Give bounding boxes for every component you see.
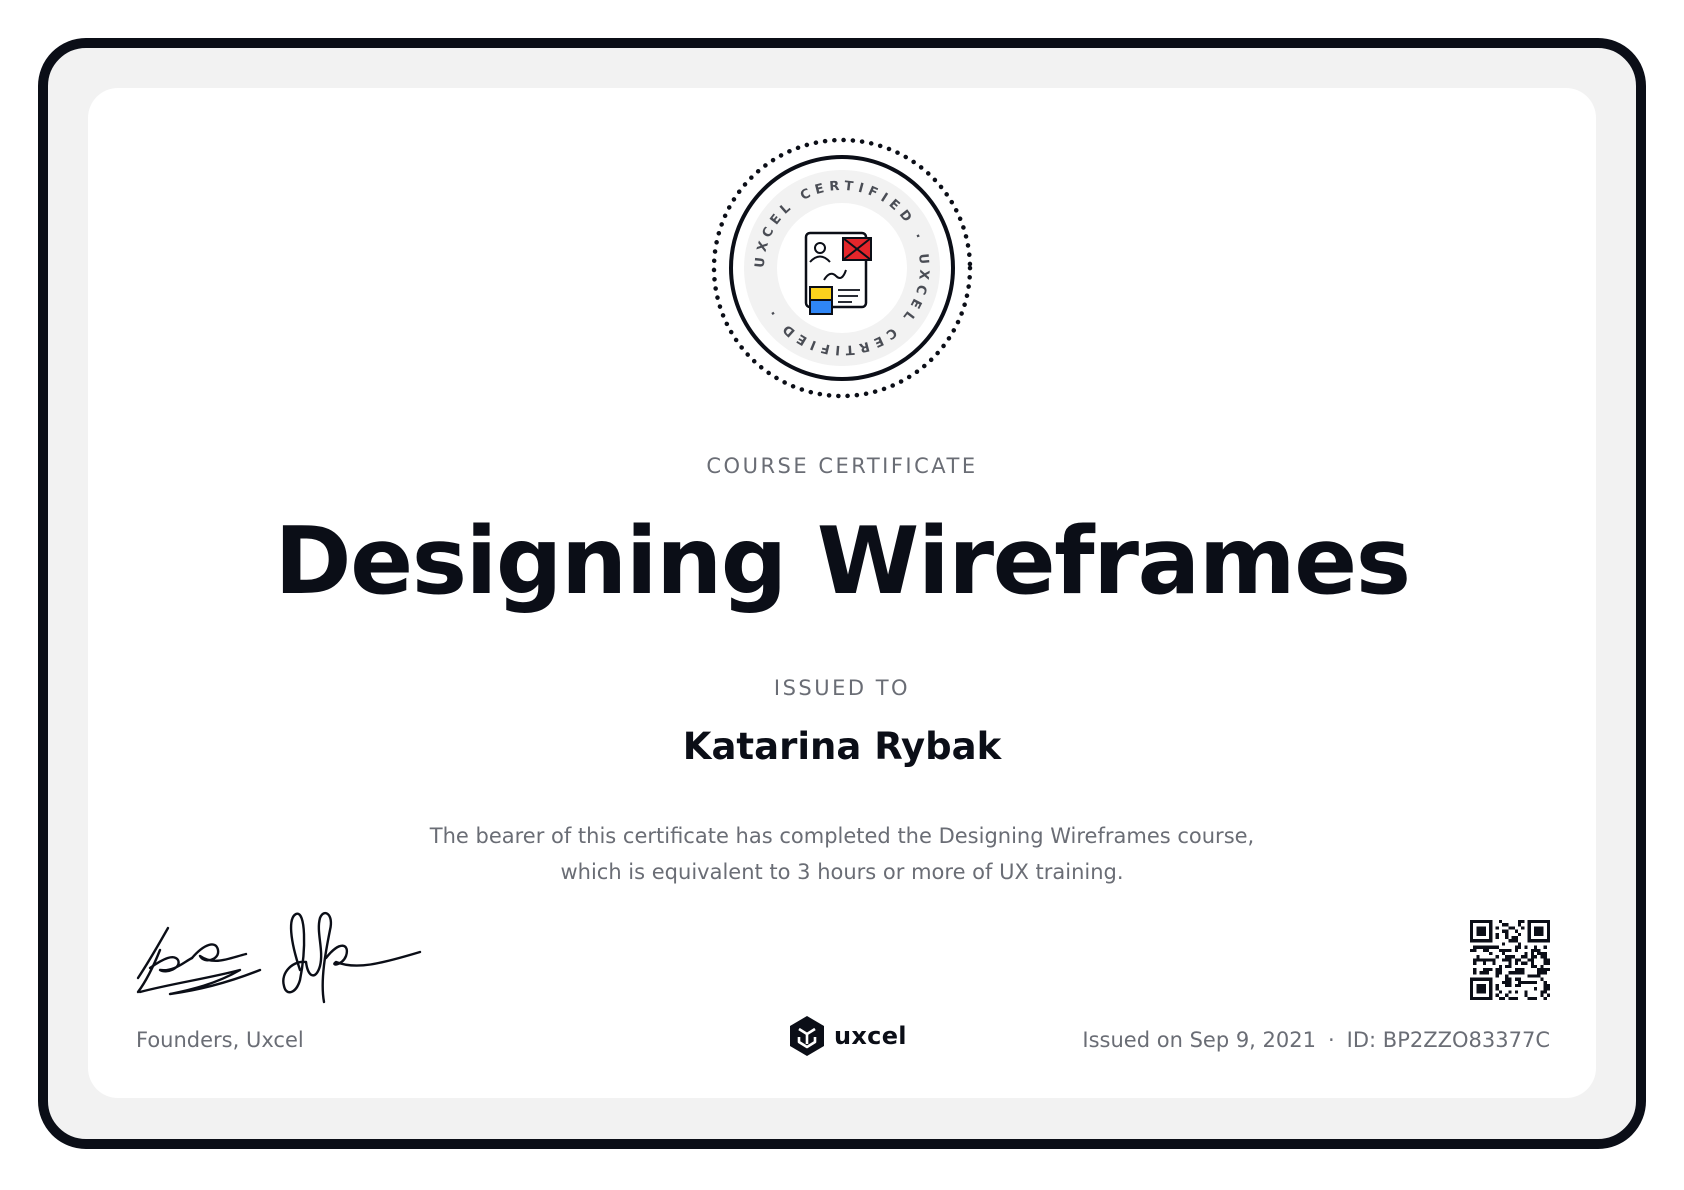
separator-dot: · [1327,1028,1335,1052]
recipient-name: Katarina Rybak [682,725,1002,768]
qr-code[interactable] [1470,920,1550,1000]
certified-badge: UXCEL CERTIFIED · UXCEL CERTIFIED · [711,137,973,399]
certificate-id: ID: BP2ZZO83377C [1346,1028,1550,1052]
uxcel-logo-icon [790,1016,824,1056]
founders-signature [136,911,422,1004]
course-title: Designing Wireframes [274,507,1411,615]
uxcel-logo: uxcel [788,1015,907,1057]
certificate-description: The bearer of this certificate has compl… [342,818,1342,890]
founders-label: Founders, Uxcel [136,1028,304,1052]
description-line-2: which is equivalent to 3 hours or more o… [560,860,1124,884]
uxcel-logo-text: uxcel [834,1022,907,1050]
description-line-1: The bearer of this certificate has compl… [429,824,1255,848]
issue-date: Issued on Sep 9, 2021 [1082,1028,1316,1052]
issue-details: Issued on Sep 9, 2021 · ID: BP2ZZO83377C [1082,1028,1550,1052]
wireframe-document-icon [804,231,872,315]
issued-to-label: ISSUED TO [773,676,911,700]
course-certificate-label: COURSE CERTIFICATE [706,454,978,478]
